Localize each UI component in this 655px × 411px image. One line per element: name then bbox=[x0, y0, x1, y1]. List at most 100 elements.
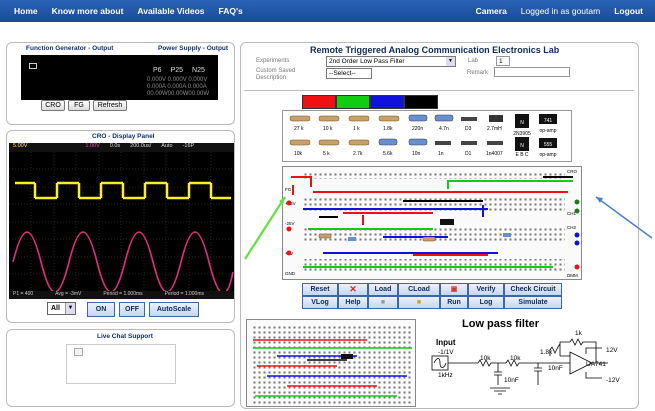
diode-icon bbox=[461, 117, 477, 121]
cro-readout-ch1: 5.00V bbox=[13, 143, 28, 149]
breadboard-reference bbox=[246, 319, 416, 407]
wire-color-green[interactable] bbox=[336, 95, 370, 109]
chevron-down-icon[interactable]: ▼ bbox=[65, 303, 75, 314]
svg-text:220n: 220n bbox=[412, 126, 423, 132]
nav-know-more[interactable]: Know more about bbox=[52, 6, 124, 16]
ch-label-p6: P6 bbox=[153, 67, 162, 74]
capacitor-icon bbox=[434, 114, 454, 122]
lab-number-field[interactable]: 1 bbox=[496, 56, 510, 66]
saved-description-select[interactable]: --Select-- bbox=[326, 68, 372, 79]
svg-text:10nF: 10nF bbox=[548, 365, 563, 372]
svg-text:2.7k: 2.7k bbox=[353, 151, 363, 157]
chat-title: Live Chat Support bbox=[97, 333, 153, 340]
ps-volts: 0.000V 0.000V 0.000V bbox=[147, 77, 208, 83]
chat-window[interactable] bbox=[66, 344, 176, 384]
svg-text:1 k: 1 k bbox=[353, 126, 360, 132]
cro-button[interactable]: CRO bbox=[41, 100, 65, 111]
capacitor-icon bbox=[503, 233, 511, 237]
chevron-down-icon[interactable]: ▼ bbox=[446, 57, 455, 66]
svg-text:CH2: CH2 bbox=[567, 225, 576, 230]
svg-text:op-amp: op-amp bbox=[540, 128, 557, 134]
cro-readout-timebase: 200.0us/ bbox=[130, 143, 152, 149]
svg-text:CRO: CRO bbox=[567, 169, 577, 174]
wire-color-black[interactable] bbox=[404, 95, 438, 109]
sine-wave bbox=[12, 231, 234, 292]
lock-icon[interactable]: ■ bbox=[368, 296, 398, 309]
top-nav-bar: Home Know more about Available Videos FA… bbox=[0, 0, 655, 22]
run-button[interactable]: Run bbox=[440, 296, 468, 309]
experiments-label: Experiments bbox=[256, 58, 290, 64]
cro-bottom-3: Period = 1.000ms bbox=[103, 291, 143, 297]
delete-button[interactable]: ✕ bbox=[338, 283, 368, 296]
capacitor-icon bbox=[408, 138, 428, 146]
svg-text:D1: D1 bbox=[465, 151, 472, 157]
resistor-icon bbox=[318, 115, 340, 122]
nav-home[interactable]: Home bbox=[14, 6, 38, 16]
svg-text:DMM: DMM bbox=[567, 273, 578, 278]
cro-on-button[interactable]: ON bbox=[87, 302, 115, 317]
reset-button[interactable]: Reset bbox=[302, 283, 338, 296]
svg-text:10 k: 10 k bbox=[323, 126, 333, 132]
channel-select[interactable]: All ▼ bbox=[47, 302, 76, 315]
autoscale-button[interactable]: AutoScale bbox=[149, 302, 199, 317]
svg-text:5.6k: 5.6k bbox=[383, 151, 393, 157]
save-icon[interactable]: ▣ bbox=[440, 283, 468, 296]
resistor-icon bbox=[289, 139, 311, 146]
cro-readout-level: -16P bbox=[182, 143, 195, 149]
svg-text:5 k: 5 k bbox=[323, 151, 330, 157]
circuit-title: Low pass filter bbox=[462, 318, 540, 330]
check-circuit-button[interactable]: Check Circuit bbox=[504, 283, 562, 296]
simulate-button[interactable]: Simulate bbox=[504, 296, 562, 309]
chat-image-icon bbox=[74, 348, 83, 356]
cro-bottom-4: Period = 1.000ms bbox=[164, 291, 205, 297]
saved-select-value: --Select-- bbox=[329, 70, 356, 77]
experiment-select[interactable]: 2nd Order Low Pass Filter ▼ bbox=[326, 56, 456, 67]
svg-text:1.8k: 1.8k bbox=[383, 126, 393, 132]
load-button[interactable]: Load bbox=[368, 283, 398, 296]
nav-videos[interactable]: Available Videos bbox=[137, 6, 204, 16]
nav-faqs[interactable]: FAQ's bbox=[219, 6, 243, 16]
unlock-icon[interactable]: ■ bbox=[398, 296, 440, 309]
nav-logout[interactable]: Logout bbox=[614, 6, 643, 16]
lab-toolbar: Reset ✕ Load CLoad ▣ Verify Check Circui… bbox=[302, 283, 562, 309]
square-wave bbox=[15, 181, 231, 200]
cro-bottom-2: Avg = -3mV bbox=[55, 291, 82, 297]
svg-text:555: 555 bbox=[544, 142, 553, 148]
wire-color-blue[interactable] bbox=[370, 95, 404, 109]
cro-waveforms bbox=[9, 152, 234, 292]
resistor-icon bbox=[289, 115, 311, 122]
resistor-icon bbox=[422, 236, 436, 242]
vlog-button[interactable]: VLog bbox=[302, 296, 338, 309]
ps-watts: 00.00W00.00W00.00W bbox=[147, 91, 210, 97]
fg-button[interactable]: FG bbox=[68, 100, 90, 111]
refresh-button[interactable]: Refresh bbox=[93, 100, 127, 111]
verify-button[interactable]: Verify bbox=[468, 283, 504, 296]
component-icons: N N 2N3905 E B C 741 555 op-amp op-amp 2… bbox=[289, 114, 557, 158]
cro-off-button[interactable]: OFF bbox=[119, 302, 145, 317]
breadboard-main[interactable]: +25V -25V +6V GND FG CRO CH1 CH2 DMM bbox=[282, 166, 582, 280]
remark-label: Remark bbox=[467, 70, 489, 76]
diode-icon bbox=[435, 141, 451, 145]
capacitor-icon bbox=[378, 138, 398, 146]
resistor-icon bbox=[318, 233, 332, 239]
cro-readout-trigger: Auto bbox=[161, 143, 173, 149]
lab-label: Lab bbox=[468, 58, 479, 64]
svg-text:FG: FG bbox=[285, 187, 292, 192]
resistor-icon bbox=[348, 115, 370, 122]
lab-title: Remote Triggered Analog Communication El… bbox=[310, 45, 560, 55]
log-button[interactable]: Log bbox=[468, 296, 504, 309]
capacitor-icon bbox=[408, 114, 428, 122]
svg-text:741: 741 bbox=[544, 118, 553, 124]
help-button[interactable]: Help bbox=[338, 296, 368, 309]
low-pass-filter-schematic: Input -1/1V 1kHz 10k 10k 10nF 10nF 1.8k … bbox=[431, 330, 620, 395]
cload-button[interactable]: CLoad bbox=[398, 283, 440, 296]
inductor-icon bbox=[489, 115, 503, 122]
svg-text:10k: 10k bbox=[510, 355, 521, 362]
nav-camera[interactable]: Camera bbox=[476, 6, 507, 16]
channel-select-value: All bbox=[51, 305, 60, 312]
ch-label-p25: P25 bbox=[170, 67, 184, 74]
wire-color-red[interactable] bbox=[302, 95, 336, 109]
svg-text:1n4007: 1n4007 bbox=[486, 151, 503, 157]
remark-field[interactable] bbox=[494, 67, 570, 77]
capacitor-icon bbox=[348, 237, 356, 241]
